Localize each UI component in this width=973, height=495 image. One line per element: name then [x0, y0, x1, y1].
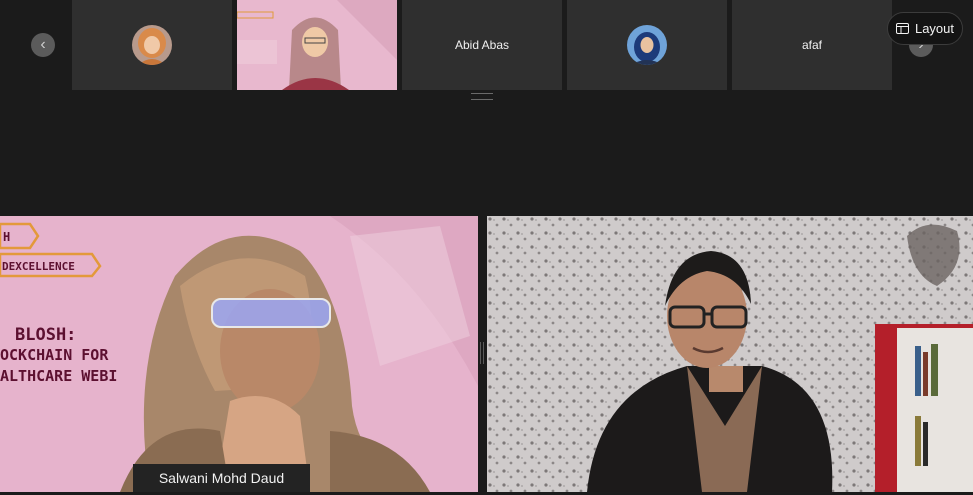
slide-banner-1: H	[3, 230, 10, 244]
chevron-left-icon[interactable]: ‹	[31, 33, 55, 57]
participant-avatar-image	[627, 25, 667, 65]
slide-title-line-1: BLOSH:	[15, 325, 76, 345]
strip-resize-handle[interactable]	[471, 93, 493, 100]
meeting-stage: ‹ Abid Abas afaf Layout H DEXCELLENCE BL…	[0, 0, 973, 495]
layout-icon	[895, 23, 909, 34]
participant-tile[interactable]: Abid Abas	[402, 0, 562, 90]
participant-name: Abid Abas	[454, 38, 510, 52]
avatar	[132, 25, 172, 65]
slide-title-line-2: OCKCHAIN FOR	[0, 346, 109, 364]
participant-tile[interactable]	[567, 0, 727, 90]
participant-tile[interactable]	[72, 0, 232, 90]
participant-video-thumbnail	[237, 0, 397, 90]
participant-tile[interactable]: afaf	[732, 0, 892, 90]
pane-resize-handle[interactable]	[480, 342, 484, 364]
participant-avatar-image	[132, 25, 172, 65]
speaker-name-label: Salwani Mohd Daud	[133, 464, 310, 492]
layout-button[interactable]: Layout	[887, 12, 963, 45]
participant-name: afaf	[801, 38, 822, 52]
presenter-video-frame: H DEXCELLENCE BLOSH: OCKCHAIN FOR ALTHCA…	[0, 216, 478, 492]
slide-banner-2: DEXCELLENCE	[2, 260, 75, 273]
main-video-right[interactable]	[487, 216, 973, 492]
layout-button-label: Layout	[914, 21, 955, 36]
avatar	[627, 25, 667, 65]
slide-title-line-3: ALTHCARE WEBI	[0, 367, 117, 385]
main-video-left[interactable]: H DEXCELLENCE BLOSH: OCKCHAIN FOR ALTHCA…	[0, 216, 478, 492]
participant-strip: Abid Abas afaf	[72, 0, 892, 90]
participant-video-frame	[487, 216, 973, 492]
participant-tile[interactable]	[237, 0, 397, 90]
